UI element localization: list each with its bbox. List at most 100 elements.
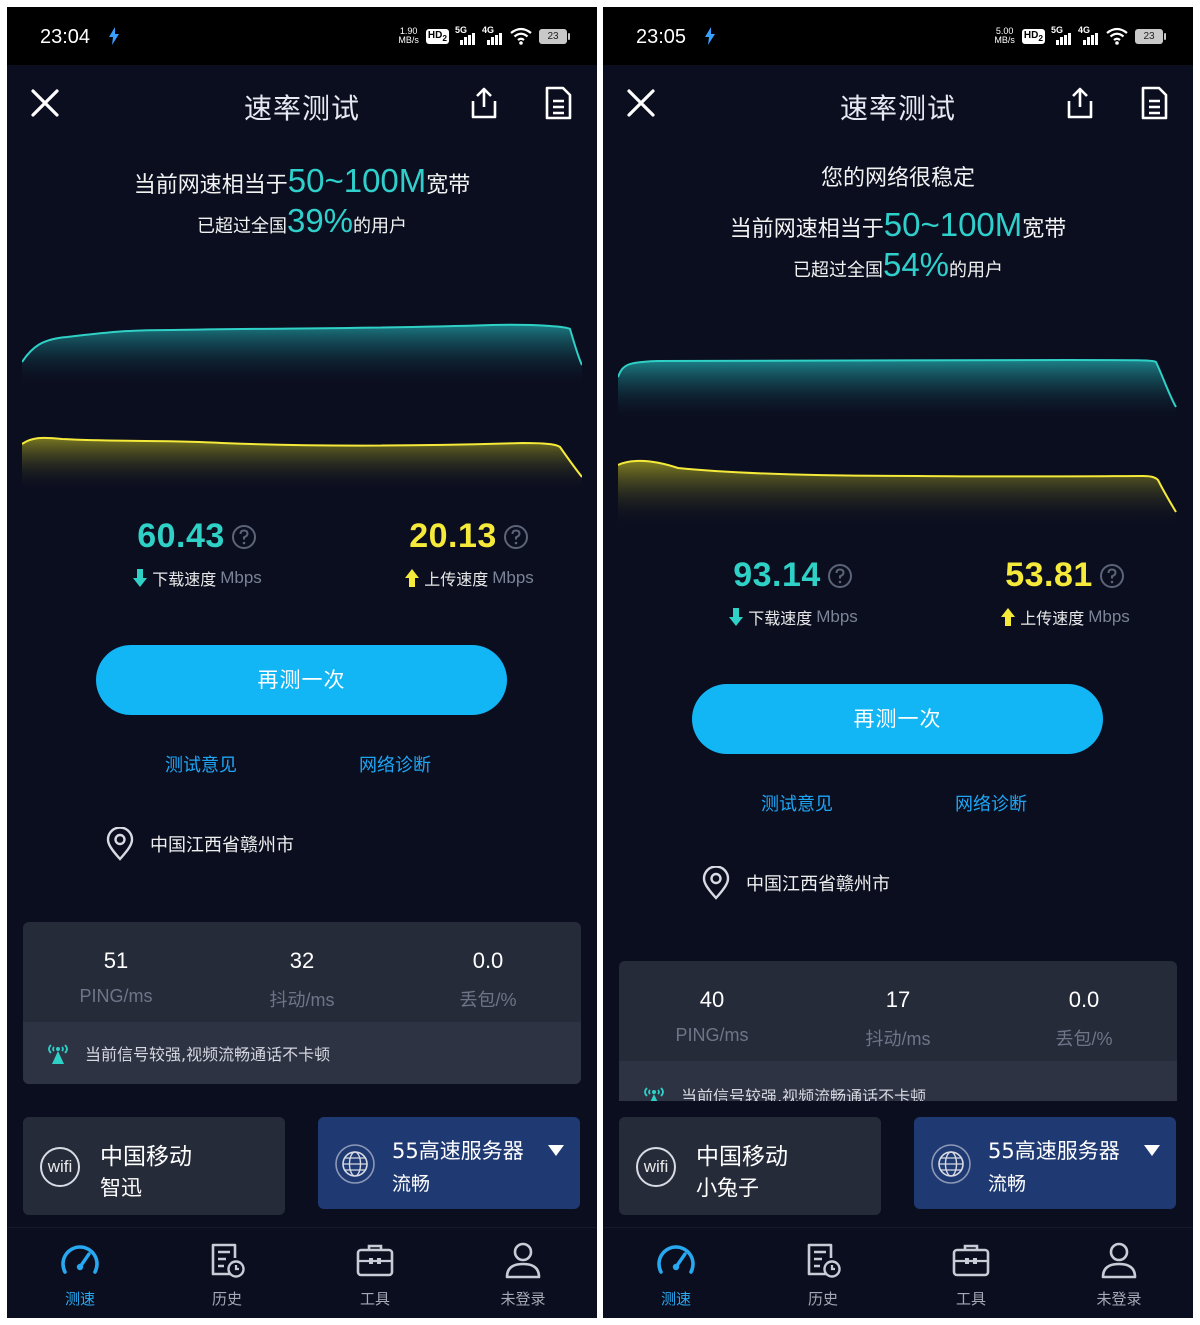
globe-icon <box>335 1144 375 1184</box>
report-document-icon[interactable] <box>542 85 574 121</box>
download-label: 下载速度 <box>748 609 813 628</box>
battery-icon: 23 <box>1135 28 1166 44</box>
help-icon[interactable] <box>827 563 853 589</box>
exceed-percentage: 已超过全国39%的用户 <box>196 202 408 239</box>
tab-history[interactable]: 历史 <box>763 1228 883 1318</box>
help-icon[interactable] <box>1099 563 1125 589</box>
tab-tools[interactable]: 工具 <box>911 1228 1031 1318</box>
report-document-icon[interactable] <box>1138 85 1170 121</box>
retest-button[interactable]: 再测一次 <box>96 645 507 715</box>
antenna-icon <box>644 1087 664 1101</box>
wifi-ssid: 小兔子 <box>696 1176 759 1200</box>
download-arrow-icon <box>729 608 744 626</box>
test-feedback-link[interactable]: 测试意见 <box>761 790 833 816</box>
help-icon[interactable] <box>231 524 257 550</box>
isp-name: 中国移动 <box>100 1144 192 1170</box>
signal-quality-row: 当前信号较强,视频流畅通话不卡顿 <box>23 1022 581 1084</box>
user-icon <box>505 1242 541 1279</box>
network-speed-indicator: 5.00 MB/s <box>994 26 1015 45</box>
status-bar: 23:04 1.90 MB/s HD2 5G 4G 23 <box>7 7 597 65</box>
wifi-icon: wifi <box>40 1147 80 1187</box>
globe-icon <box>931 1144 971 1184</box>
server-select-card[interactable]: 55高速服务器 流畅 <box>318 1117 580 1209</box>
server-select-card[interactable]: 55高速服务器 流畅 <box>914 1117 1176 1209</box>
download-speed-value: 93.14 <box>733 556 821 594</box>
packet-loss-stat: 0.0 丢包/% <box>1055 987 1113 1049</box>
wifi-signal-icon <box>510 27 532 45</box>
help-icon[interactable] <box>503 524 529 550</box>
location-pin-icon <box>702 866 730 900</box>
toolbox-icon <box>356 1244 394 1277</box>
location-text: 中国江西省赣州市 <box>150 835 294 856</box>
page-title: 速率测试 <box>839 92 956 125</box>
upload-result: 53.81 上传速度 Mbps <box>965 556 1165 629</box>
status-bar: 23:05 5.00 MB/s HD2 5G 4G 23 <box>603 7 1193 65</box>
tab-account[interactable]: 未登录 <box>1059 1228 1179 1318</box>
wifi-info-card[interactable]: wifi 中国移动 智迅 <box>23 1117 285 1215</box>
upload-label: 上传速度 <box>424 570 489 589</box>
server-status: 流畅 <box>988 1173 1027 1195</box>
stability-message: 您的网络很稳定 <box>820 166 975 191</box>
upload-label: 上传速度 <box>1020 609 1085 628</box>
speedometer-icon <box>61 1245 99 1274</box>
charging-bolt-icon <box>705 27 715 45</box>
retest-button[interactable]: 再测一次 <box>692 684 1103 754</box>
download-unit: Mbps <box>816 607 858 626</box>
location-text: 中国江西省赣州市 <box>746 874 890 895</box>
wifi-signal-icon <box>1106 27 1128 45</box>
location: 中国江西省赣州市 <box>701 866 890 900</box>
tab-speedtest[interactable]: 测速 <box>616 1228 736 1318</box>
download-unit: Mbps <box>220 568 262 587</box>
tab-account[interactable]: 未登录 <box>463 1228 583 1318</box>
status-time: 23:05 <box>636 26 687 48</box>
speed-graph <box>22 323 582 492</box>
bandwidth-equivalent: 当前网速相当于50~100M宽带 <box>729 206 1067 243</box>
wifi-info-card[interactable]: wifi 中国移动 小兔子 <box>619 1117 881 1215</box>
tab-speedtest[interactable]: 测速 <box>20 1228 140 1318</box>
phone-screen-1: 23:04 1.90 MB/s HD2 5G 4G 23 速率测试 当前网速相当于… <box>7 7 597 1318</box>
network-diagnosis-link[interactable]: 网络诊断 <box>359 751 431 777</box>
jitter-stat: 32 抖动/ms <box>269 948 335 1010</box>
dropdown-arrow-icon[interactable] <box>548 1145 564 1157</box>
signal-4g-icon: 4G <box>1078 25 1099 45</box>
history-icon <box>211 1243 245 1278</box>
share-icon[interactable] <box>1063 85 1097 121</box>
exceed-percentage: 已超过全国54%的用户 <box>792 246 1004 283</box>
server-name: 55高速服务器 <box>988 1139 1120 1163</box>
test-feedback-link[interactable]: 测试意见 <box>165 751 237 777</box>
wifi-ssid: 智迅 <box>100 1176 142 1200</box>
upload-arrow-icon <box>1001 608 1016 626</box>
download-speed-value: 60.43 <box>137 517 225 555</box>
isp-name: 中国移动 <box>696 1144 788 1170</box>
signal-5g-icon: 5G <box>455 25 476 45</box>
signal-4g-icon: 4G <box>482 25 503 45</box>
download-curve-fill <box>22 324 582 387</box>
hd-voice-icon: HD2 <box>1021 28 1045 44</box>
upload-result: 20.13 上传速度 Mbps <box>369 517 569 590</box>
result-summary: 当前网速相当于50~100M宽带 已超过全国39%的用户 <box>7 162 597 240</box>
server-name: 55高速服务器 <box>392 1139 524 1163</box>
speedometer-icon <box>657 1245 695 1274</box>
upload-speed-value: 20.13 <box>409 517 497 555</box>
network-diagnosis-link[interactable]: 网络诊断 <box>955 790 1027 816</box>
upload-speed-value: 53.81 <box>1005 556 1093 594</box>
bottom-tab-bar: 测速 历史 工具 未登录 <box>603 1227 1193 1318</box>
signal-message: 当前信号较强,视频流畅通话不卡顿 <box>681 1087 927 1101</box>
page-title: 速率测试 <box>243 92 360 125</box>
title-bar: 速率测试 <box>603 65 1193 143</box>
download-result: 93.14 下载速度 Mbps <box>693 556 893 629</box>
tab-tools[interactable]: 工具 <box>315 1228 435 1318</box>
share-icon[interactable] <box>467 85 501 121</box>
download-result: 60.43 下载速度 Mbps <box>97 517 297 590</box>
phone-screen-2: 23:05 5.00 MB/s HD2 5G 4G 23 速率测试 您的网络很稳定… <box>603 7 1193 1318</box>
dropdown-arrow-icon[interactable] <box>1144 1145 1160 1157</box>
status-time: 23:04 <box>40 26 91 48</box>
location-pin-icon <box>106 827 134 861</box>
server-status: 流畅 <box>392 1173 431 1195</box>
result-summary: 您的网络很稳定 当前网速相当于50~100M宽带 已超过全国54%的用户 <box>603 160 1193 284</box>
ping-stat: 51 PING/ms <box>79 948 153 1006</box>
packet-loss-stat: 0.0 丢包/% <box>459 948 517 1010</box>
upload-unit: Mbps <box>492 568 534 587</box>
tab-history[interactable]: 历史 <box>167 1228 287 1318</box>
network-stats-card: 40 PING/ms 17 抖动/ms 0.0 丢包/% 当前信号较强,视频流畅通话不… <box>619 961 1177 1101</box>
